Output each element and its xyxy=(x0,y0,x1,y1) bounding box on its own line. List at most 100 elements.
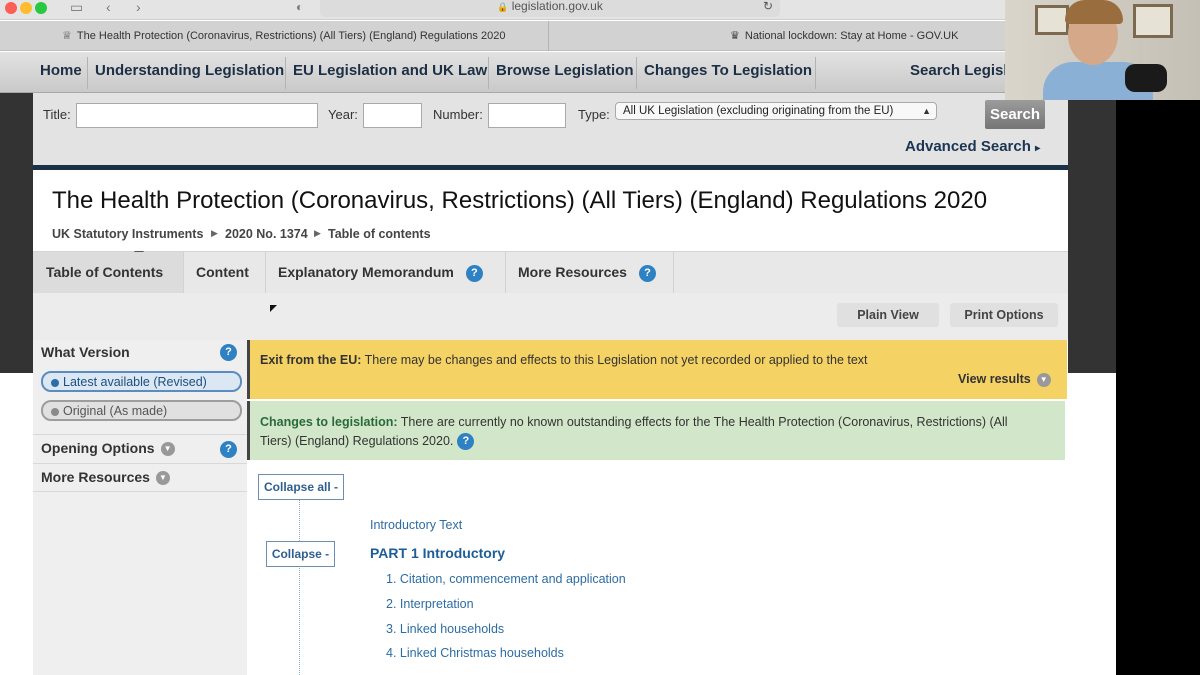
help-icon[interactable]: ? xyxy=(638,264,656,282)
type-select[interactable]: All UK Legislation (excluding originatin… xyxy=(615,102,937,120)
version-latest-label: Latest available (Revised) xyxy=(63,375,207,389)
back-arrow-icon[interactable]: ‹ xyxy=(106,0,111,14)
view-results-link[interactable]: View results ▼ xyxy=(958,372,1051,387)
url-text: legislation.gov.uk xyxy=(511,0,603,13)
title-input[interactable] xyxy=(76,103,318,128)
tab-label: Explanatory Memorandum xyxy=(278,264,454,280)
nav-separator xyxy=(636,57,637,89)
changes-notice: Changes to legislation: There are curren… xyxy=(247,401,1065,460)
nav-home[interactable]: Home xyxy=(34,52,88,92)
mouse-cursor-icon xyxy=(270,305,277,312)
tab-divider xyxy=(673,252,674,293)
nav-separator xyxy=(488,57,489,89)
nav-separator xyxy=(285,57,286,89)
tab-title: The Health Protection (Coronavirus, Rest… xyxy=(76,30,506,42)
tab-title: National lockdown: Stay at Home - GOV.UK xyxy=(744,30,959,42)
breadcrumb-year-number[interactable]: 2020 No. 1374 xyxy=(225,227,308,241)
eu-exit-notice: Exit from the EU: There may be changes a… xyxy=(247,340,1067,399)
nav-separator xyxy=(87,57,88,89)
page-background-right xyxy=(1068,93,1116,373)
changes-message: Changes to legislation: There are curren… xyxy=(260,413,1008,451)
eu-exit-message: Exit from the EU: There may be changes a… xyxy=(260,353,868,367)
nav-eu-legislation[interactable]: EU Legislation and UK Law xyxy=(287,52,493,92)
expand-icon: ▼ xyxy=(1036,372,1051,387)
advanced-search-link[interactable]: Advanced Search ▸ xyxy=(905,138,1040,155)
expand-icon: ▼ xyxy=(155,471,170,486)
toc-item[interactable]: 1. Citation, commencement and applicatio… xyxy=(386,572,626,586)
nav-changes-to-legislation[interactable]: Changes To Legislation xyxy=(638,52,818,92)
tab-health-protection[interactable]: ♕ The Health Protection (Coronavirus, Res… xyxy=(62,21,540,51)
shield-icon[interactable]: ◐ xyxy=(296,0,303,14)
document-tabs: Table of Contents Content Explanatory Me… xyxy=(33,251,1068,293)
print-options-button[interactable]: Print Options xyxy=(950,303,1058,327)
nav-browse-legislation[interactable]: Browse Legislation xyxy=(490,52,640,92)
webcam-overlay xyxy=(1005,0,1200,100)
changes-title: Changes to legislation: xyxy=(260,415,398,429)
tab-national-lockdown[interactable]: ♛ National lockdown: Stay at Home - GOV.U… xyxy=(730,21,1000,51)
number-input[interactable] xyxy=(488,103,566,128)
number-label: Number: xyxy=(433,107,483,122)
breadcrumb-arrow-icon: ▶ xyxy=(211,228,218,238)
more-resources-toggle[interactable]: More Resources ▼ xyxy=(41,469,170,486)
toc-item[interactable]: 3. Linked households xyxy=(386,622,504,636)
what-version-heading: What Version xyxy=(41,344,130,360)
expand-icon: ▼ xyxy=(160,442,175,457)
reload-icon[interactable]: ↻ xyxy=(763,0,773,13)
help-icon[interactable]: ? xyxy=(220,441,237,458)
help-icon[interactable]: ? xyxy=(220,344,237,361)
changes-text-1: There are currently no known outstanding… xyxy=(400,415,1008,429)
document-header: The Health Protection (Coronavirus, Rest… xyxy=(33,170,1068,251)
toc-tree-line xyxy=(299,500,300,675)
toc-item[interactable]: 4. Linked Christmas households xyxy=(386,646,564,660)
browser-toolbar: ▭ ‹ › ◐ 🔒 legislation.gov.uk ↻ xyxy=(0,0,1005,20)
version-original-as-made[interactable]: Original (As made) xyxy=(41,400,242,421)
nav-separator xyxy=(815,57,816,89)
version-latest-available[interactable]: Latest available (Revised) xyxy=(41,371,242,392)
tab-more-resources[interactable]: More Resources? xyxy=(505,252,673,293)
presenter-hair xyxy=(1065,0,1123,24)
sidebar: What Version ? Latest available (Revised… xyxy=(33,340,247,675)
tab-explanatory-memorandum[interactable]: Explanatory Memorandum? xyxy=(265,252,505,293)
zoom-window-button[interactable] xyxy=(35,2,47,14)
eu-exit-text: There may be changes and effects to this… xyxy=(364,353,868,367)
year-input[interactable] xyxy=(363,103,422,128)
opening-options-toggle[interactable]: Opening Options ▼ xyxy=(41,440,175,457)
page-background-left xyxy=(0,93,33,373)
toc-part-1[interactable]: PART 1 Introductory xyxy=(370,545,505,561)
breadcrumb-uk-statutory-instruments[interactable]: UK Statutory Instruments xyxy=(52,227,203,241)
view-results-label: View results xyxy=(958,372,1031,386)
lock-icon: 🔒 xyxy=(497,2,509,12)
select-arrows-icon: ▲ xyxy=(922,106,931,116)
sidebar-icon[interactable]: ▭ xyxy=(70,0,83,14)
address-bar[interactable]: 🔒 legislation.gov.uk ↻ xyxy=(320,0,780,17)
minimize-window-button[interactable] xyxy=(20,2,32,14)
nav-understanding-legislation[interactable]: Understanding Legislation xyxy=(89,52,290,92)
type-label: Type: xyxy=(578,107,610,122)
tab-strip: ♕ The Health Protection (Coronavirus, Res… xyxy=(0,21,1005,51)
more-resources-label: More Resources xyxy=(41,469,150,485)
tab-table-of-contents[interactable]: Table of Contents xyxy=(33,252,183,293)
toc-item[interactable]: 2. Interpretation xyxy=(386,597,474,611)
close-window-button[interactable] xyxy=(5,2,17,14)
help-icon[interactable]: ? xyxy=(465,264,483,282)
tab-label: More Resources xyxy=(518,264,627,280)
breadcrumb-arrow-icon: ▶ xyxy=(314,228,321,238)
opening-options-label: Opening Options xyxy=(41,440,155,456)
changes-text-2: Tiers) (England) Regulations 2020. xyxy=(260,434,454,448)
tab-content[interactable]: Content xyxy=(183,252,265,293)
help-icon[interactable]: ? xyxy=(457,433,475,451)
collapse-part-button[interactable]: Collapse - xyxy=(266,541,335,567)
title-label: Title: xyxy=(43,107,71,122)
collapse-all-button[interactable]: Collapse all - xyxy=(258,474,344,500)
sidebar-divider xyxy=(33,491,247,492)
forward-arrow-icon[interactable]: › xyxy=(136,0,141,14)
toc-introductory-text[interactable]: Introductory Text xyxy=(370,518,462,532)
view-toolbar: Plain View Print Options xyxy=(33,293,1068,340)
plain-view-button[interactable]: Plain View xyxy=(837,303,939,327)
advanced-search-label: Advanced Search xyxy=(905,138,1031,155)
site-nav: Home Understanding Legislation EU Legisl… xyxy=(0,52,1016,93)
tab-divider xyxy=(548,21,549,51)
search-button[interactable]: Search xyxy=(985,100,1045,129)
sidebar-divider xyxy=(33,463,247,464)
radio-unselected-icon xyxy=(51,408,59,416)
